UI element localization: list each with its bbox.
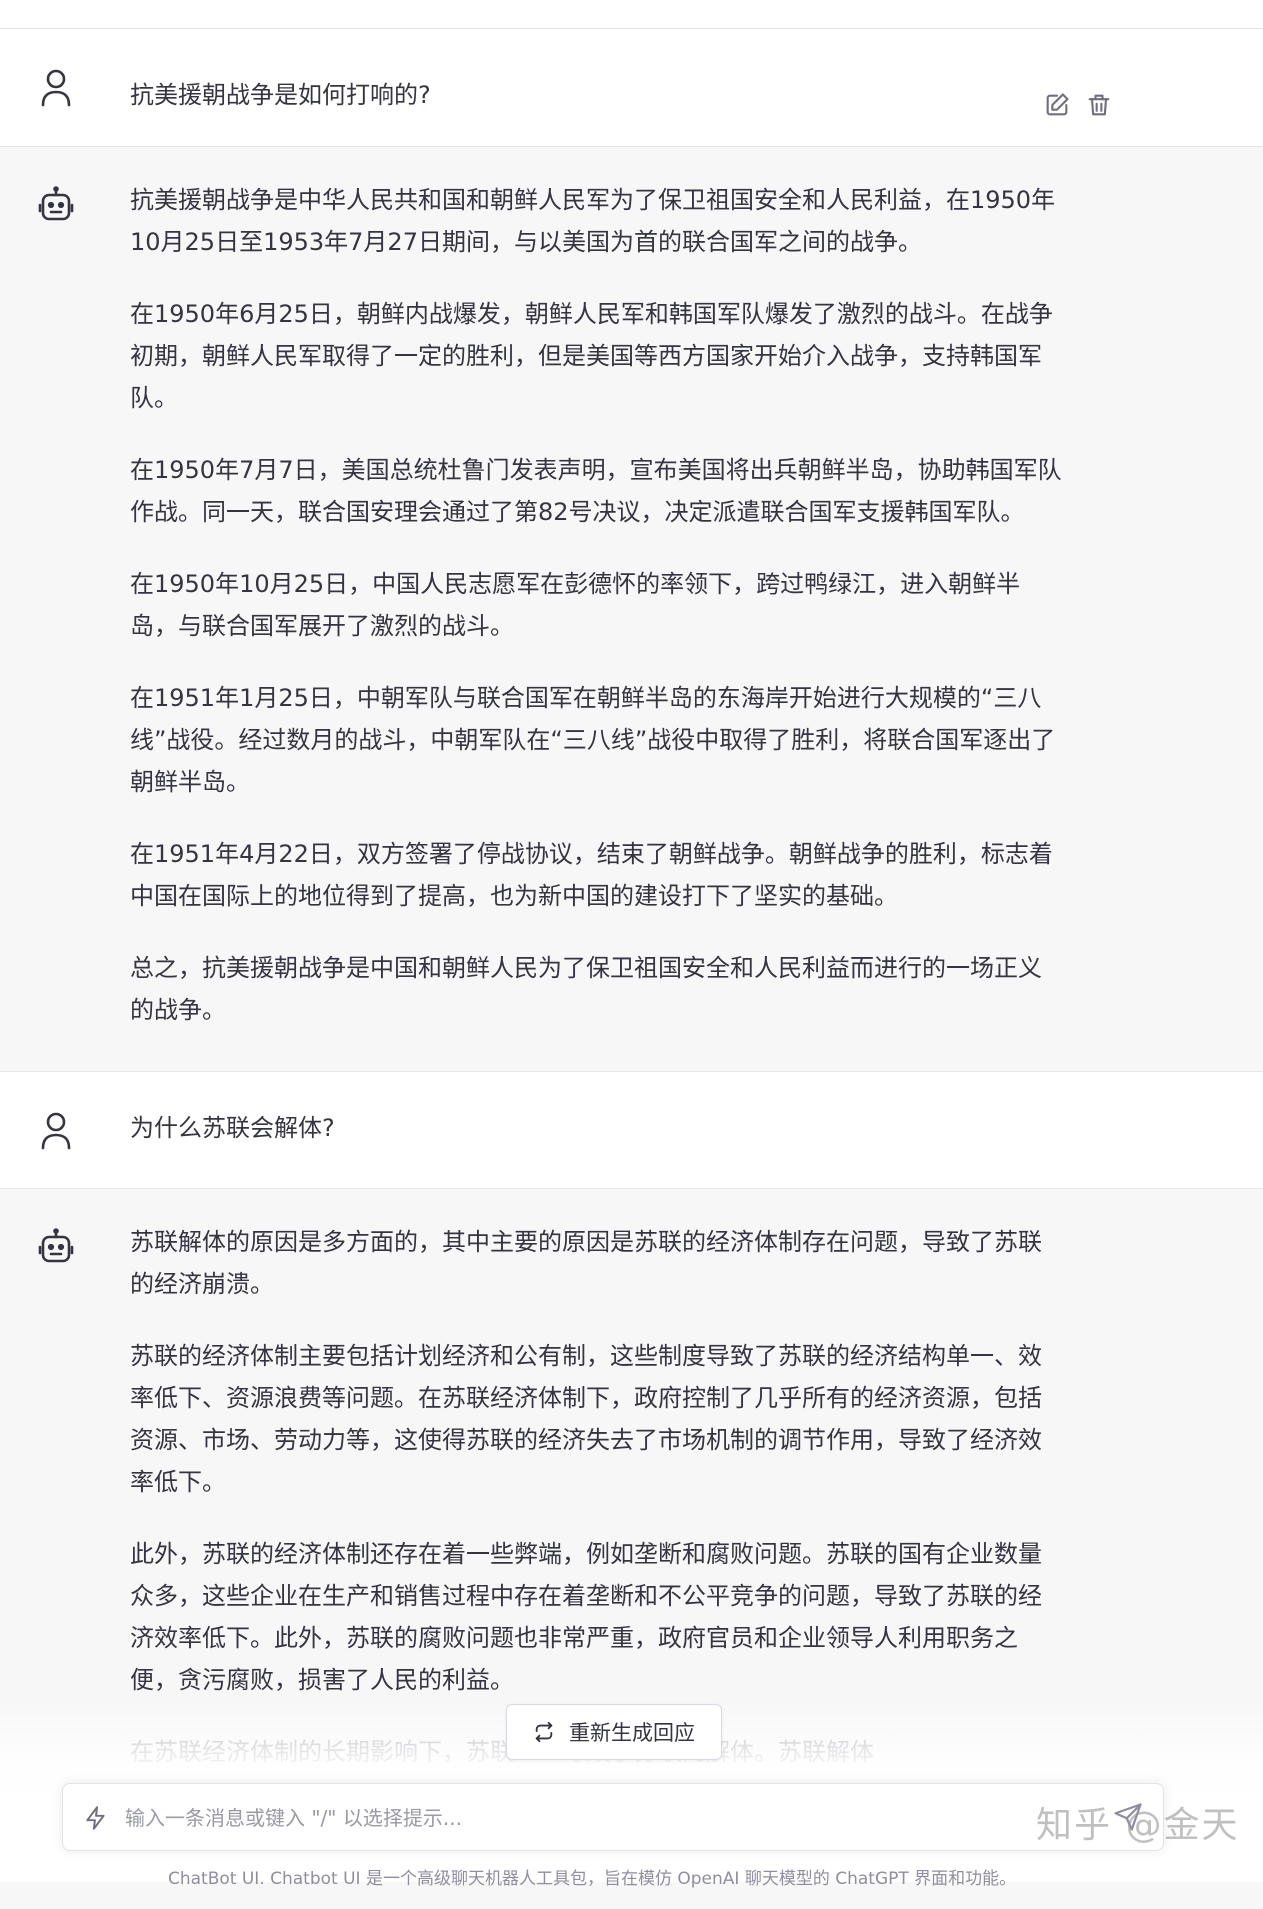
assistant-paragraph: 总之，抗美援朝战争是中国和朝鲜人民为了保卫祖国安全和人民利益而进行的一场正义的战… xyxy=(130,954,1042,1024)
robot-icon xyxy=(38,185,74,225)
assistant-paragraph: 苏联解体的原因是多方面的，其中主要的原因是苏联的经济体制存在问题，导致了苏联的经… xyxy=(130,1228,1042,1298)
assistant-paragraph: 在1951年4月22日，双方签署了停战协议，结束了朝鲜战争。朝鲜战争的胜利，标志… xyxy=(130,840,1053,910)
assistant-paragraph: 在1950年6月25日，朝鲜内战爆发，朝鲜人民军和韩国军队爆发了激烈的战斗。在战… xyxy=(130,300,1053,412)
assistant-message-text: 抗美援朝战争是中华人民共和国和朝鲜人民军为了保卫祖国安全和人民利益，在1950年… xyxy=(130,179,1065,1031)
assistant-paragraph: 苏联的经济体制主要包括计划经济和公有制，这些制度导致了苏联的经济结构单一、效率低… xyxy=(130,1342,1042,1496)
refresh-icon xyxy=(535,1721,553,1743)
assistant-paragraph: 抗美援朝战争是中华人民共和国和朝鲜人民军为了保卫祖国安全和人民利益，在1950年… xyxy=(130,186,1056,256)
message-input-bar xyxy=(62,1783,1164,1851)
user-message-text: 抗美援朝战争是如何打响的? xyxy=(130,79,1065,111)
assistant-paragraph: 此外，苏联的经济体制还存在着一些弊端，例如垄断和腐败问题。苏联的国有企业数量众多… xyxy=(130,1540,1042,1694)
regenerate-label: 重新生成回应 xyxy=(569,1721,695,1745)
user-icon xyxy=(38,1110,74,1150)
assistant-paragraph: 在1950年10月25日，中国人民志愿军在彭德怀的率领下，跨过鸭绿江，进入朝鲜半… xyxy=(130,570,1021,640)
assistant-message-text: 苏联解体的原因是多方面的，其中主要的原因是苏联的经济体制存在问题，导致了苏联的经… xyxy=(130,1221,1065,1773)
watermark: 知乎 @金天 xyxy=(1036,1805,1240,1846)
message-row-user-1: 抗美援朝战争是如何打响的? xyxy=(0,29,1263,147)
message-row-user-2: 为什么苏联会解体? xyxy=(0,1072,1263,1189)
assistant-paragraph: 在1951年1月25日，中朝军队与联合国军在朝鲜半岛的东海岸开始进行大规模的“三… xyxy=(130,684,1056,796)
edit-icon[interactable] xyxy=(1043,91,1071,119)
message-input[interactable] xyxy=(123,1794,1027,1842)
robot-icon xyxy=(38,1227,74,1267)
trash-icon[interactable] xyxy=(1085,91,1113,119)
bolt-icon[interactable] xyxy=(83,1804,109,1832)
footer-text: ChatBot UI. Chatbot UI 是一个高级聊天机器人工具包，旨在模… xyxy=(168,1869,1017,1889)
user-message-2: 为什么苏联会解体? xyxy=(130,1114,335,1142)
regenerate-button[interactable]: 重新生成回应 xyxy=(506,1704,722,1760)
user-message-1: 抗美援朝战争是如何打响的? xyxy=(130,81,431,109)
message-row-assistant-1: 抗美援朝战争是中华人民共和国和朝鲜人民军为了保卫祖国安全和人民利益，在1950年… xyxy=(0,147,1263,1072)
user-icon xyxy=(38,67,74,107)
user-message-text: 为什么苏联会解体? xyxy=(130,1112,1065,1144)
top-strip xyxy=(0,0,1263,29)
message-actions xyxy=(1043,91,1113,119)
assistant-paragraph: 在1950年7月7日，美国总统杜鲁门发表声明，宣布美国将出兵朝鲜半岛，协助韩国军… xyxy=(130,456,1062,526)
